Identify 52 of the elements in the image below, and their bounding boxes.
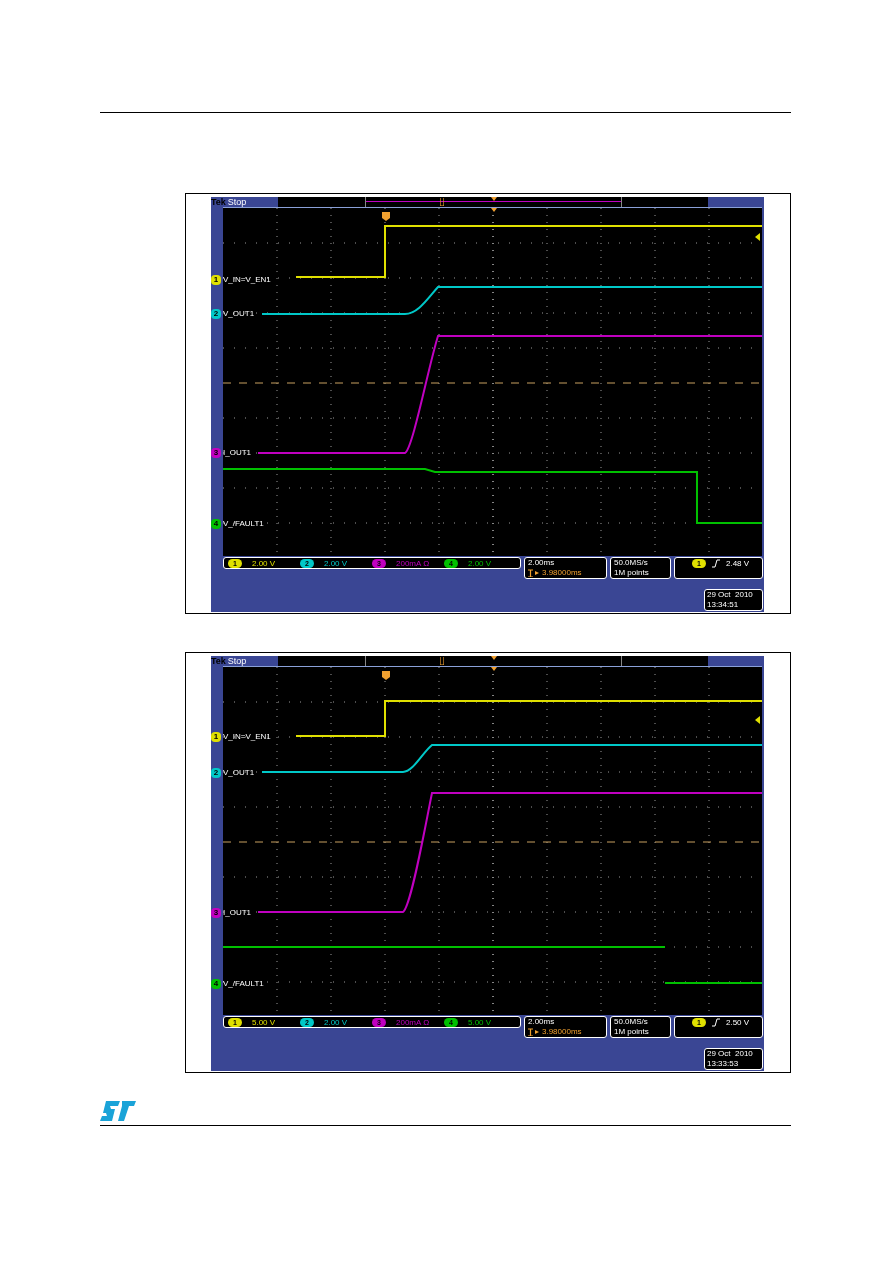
trace-label: I_OUT1 <box>223 908 251 918</box>
sample-rate: 50.0MS/s <box>614 558 649 568</box>
channel-scale: 5.00 V <box>468 1017 492 1027</box>
time-value: 13:33:53 <box>707 1059 740 1069</box>
trigger-level-icon <box>755 716 760 724</box>
trigger-level-icon <box>755 233 760 241</box>
channel-marker: 3 <box>211 908 221 918</box>
trigger-marker-icon <box>382 212 390 221</box>
time-value: 13:34:51 <box>707 600 740 610</box>
trigger-level: 2.50 V <box>726 1018 750 1028</box>
channel-scale: 2.00 V <box>324 558 348 568</box>
sample-rate: 50.0MS/s <box>614 1017 649 1027</box>
run-status: Stop <box>227 197 247 207</box>
position-value: 3.98000ms <box>542 568 582 578</box>
channel-marker: 4 <box>211 519 221 529</box>
timebase-value: 2.00ms <box>528 1017 556 1027</box>
date-value: 29 Oct 2010 <box>707 1049 754 1059</box>
trace-label: V_/FAULT1 <box>223 519 264 529</box>
channel-scale: 200mA Ω <box>396 558 430 568</box>
trace-label: I_OUT1 <box>223 448 251 458</box>
channel-marker: 4 <box>211 979 221 989</box>
trigger-level: 2.48 V <box>726 559 750 569</box>
channel-scale: 2.00 V <box>252 558 276 568</box>
channel-marker: 3 <box>211 448 221 458</box>
channel-marker: 2 <box>211 309 221 319</box>
brand-label: Tek <box>211 197 226 207</box>
position-value: 3.98000ms <box>542 1027 582 1037</box>
trigger-position-icon <box>440 198 444 206</box>
run-status: Stop <box>227 656 247 666</box>
channel-scale: 2.00 V <box>324 1017 348 1027</box>
expansion-point-icon <box>491 656 497 660</box>
channel-marker: 2 <box>211 768 221 778</box>
trace-label: V_OUT1 <box>223 309 255 319</box>
position-icon <box>528 569 540 577</box>
channel-scale: 200mA Ω <box>396 1017 430 1027</box>
trigger-marker-icon <box>382 671 390 680</box>
channel-scale: 5.00 V <box>252 1017 276 1027</box>
trigger-position-icon <box>440 657 444 665</box>
channel-marker: 1 <box>211 732 221 742</box>
position-icon <box>528 1028 540 1036</box>
trace-label: V_IN=V_EN1 <box>223 275 271 285</box>
trace-label: V_/FAULT1 <box>223 979 264 989</box>
record-length: 1M points <box>614 1027 650 1037</box>
logo-icon <box>100 1101 136 1121</box>
channel-scale: 2.00 V <box>468 558 492 568</box>
brand-label: Tek <box>211 656 226 666</box>
channel-marker: 1 <box>211 275 221 285</box>
timebase-value: 2.00ms <box>528 558 556 568</box>
trace-label: V_IN=V_EN1 <box>223 732 271 742</box>
date-value: 29 Oct 2010 <box>707 590 754 600</box>
record-length: 1M points <box>614 568 650 578</box>
trace-label: V_OUT1 <box>223 768 255 778</box>
